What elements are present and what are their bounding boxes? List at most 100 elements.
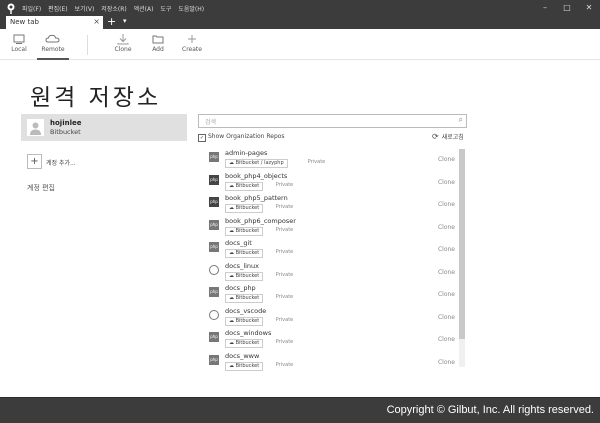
minimize-button[interactable]: – — [534, 0, 556, 15]
repo-clone-link[interactable]: Clone — [438, 359, 455, 366]
repo-clone-link[interactable]: Clone — [438, 179, 455, 186]
repo-host: Bitbucket — [235, 272, 260, 279]
php-repo-icon: php — [209, 174, 219, 185]
cloud-icon: ☁ — [229, 227, 236, 234]
cloud-icon: ☁ — [229, 160, 236, 166]
repo-row[interactable]: php docs_git ☁ Bitbucket Private Clone — [207, 239, 457, 262]
repo-host: Bitbucket — [235, 182, 260, 189]
maximize-button[interactable]: □ — [556, 0, 578, 15]
repo-row[interactable]: php docs_windows ☁ Bitbucket Private Clone — [207, 329, 457, 352]
add-account-label[interactable]: 계정 추가... — [46, 158, 76, 167]
create-button[interactable]: Create — [172, 32, 212, 53]
search-input[interactable]: 검색 ⌕ — [198, 114, 467, 128]
repo-visibility: Private — [275, 249, 294, 255]
repo-host: Bitbucket — [235, 250, 260, 256]
repo-list: php admin-pages ☁ Bitbucket / lazyphp Priva… — [207, 149, 457, 374]
repo-visibility: Private — [275, 271, 294, 278]
php-repo-icon: php — [209, 152, 219, 162]
repo-clone-link[interactable]: Clone — [438, 336, 455, 343]
repo-row[interactable]: docs_vscode ☁ Bitbucket Private Clone — [207, 307, 457, 330]
php-repo-icon: php — [209, 287, 219, 297]
menu-edit[interactable]: 편집(E) — [48, 6, 68, 13]
copyright-text: Copyright © Gilbut, Inc. All rights rese… — [386, 404, 594, 416]
repo-host: Bitbucket — [235, 205, 260, 211]
repo-host-badge: ☁ Bitbucket / lazyphp — [225, 159, 288, 168]
repo-row[interactable]: php book_php4_objects ☁ Bitbucket Private Cl… — [207, 172, 457, 195]
show-org-repos-checkbox[interactable]: ✓ Show Organization Repos — [198, 133, 285, 142]
menu-bar: 파일(F) 편집(E) 보기(V) 저장소(R) 액션(A) 도구 도움말(H) — [22, 4, 209, 13]
repo-host: Bitbucket — [235, 227, 260, 234]
repo-row[interactable]: php book_php6_composer ☁ Bitbucket Private C… — [207, 217, 457, 240]
new-tab-button[interactable]: + — [107, 15, 116, 28]
repo-host-badge: ☁ Bitbucket — [225, 226, 264, 236]
repo-name: book_php5_pattern — [225, 194, 288, 202]
toolbar-divider — [87, 35, 88, 55]
repo-name: admin-pages — [225, 149, 268, 157]
repo-name: docs_windows — [225, 329, 272, 337]
repo-clone-link[interactable]: Clone — [438, 314, 455, 321]
repo-visibility: Private — [275, 226, 294, 233]
menu-actions[interactable]: 액션(A) — [134, 6, 154, 13]
tab-dropdown-icon[interactable]: ▾ — [123, 17, 127, 25]
repo-row[interactable]: php book_php5_pattern ☁ Bitbucket Private Cl… — [207, 194, 457, 217]
refresh-button[interactable]: ⟳ 새로고침 — [432, 132, 464, 141]
scrollbar-thumb[interactable] — [459, 149, 465, 339]
repo-clone-link[interactable]: Clone — [438, 224, 455, 231]
add-label: Add — [152, 46, 164, 53]
repo-clone-link[interactable]: Clone — [438, 291, 455, 298]
repo-clone-link[interactable]: Clone — [438, 269, 455, 276]
repo-row[interactable]: php admin-pages ☁ Bitbucket / lazyphp Priva… — [207, 149, 457, 172]
scrollbar[interactable] — [459, 149, 465, 367]
cloud-icon — [45, 34, 60, 43]
repo-host-badge: ☁ Bitbucket — [225, 271, 264, 281]
tab-close-icon[interactable]: × — [93, 17, 100, 26]
cloud-icon: ☁ — [229, 250, 236, 256]
cloud-icon: ☁ — [229, 362, 236, 369]
refresh-label: 새로고침 — [441, 134, 464, 141]
repo-row[interactable]: php docs_www ☁ Bitbucket Private Clone — [207, 352, 457, 375]
page-title: 원격 저장소 — [30, 85, 162, 111]
repo-clone-link[interactable]: Clone — [438, 156, 455, 163]
repo-row[interactable]: docs_linux ☁ Bitbucket Private Clone — [207, 262, 457, 285]
account-item[interactable]: hojinlee Bitbucket — [21, 114, 187, 141]
repo-visibility: Private — [307, 159, 326, 165]
repo-host: Bitbucket — [235, 295, 260, 301]
close-window-button[interactable]: ✕ — [578, 0, 600, 15]
repo-host: Bitbucket — [235, 362, 260, 369]
cloud-icon: ☁ — [229, 182, 236, 189]
menu-view[interactable]: 보기(V) — [75, 6, 95, 13]
remote-button[interactable]: Remote — [33, 32, 73, 60]
repo-clone-link[interactable]: Clone — [438, 246, 455, 253]
edit-accounts-link[interactable]: 계정 편집 — [27, 183, 55, 193]
tab-new-tab[interactable]: New tab × — [6, 16, 103, 29]
menu-repository[interactable]: 저장소(R) — [101, 6, 126, 13]
repo-name: docs_linux — [225, 261, 260, 270]
add-account-button[interactable]: + — [27, 154, 42, 169]
php-repo-icon: php — [209, 219, 219, 230]
avatar-icon — [27, 119, 44, 136]
menu-tools[interactable]: 도구 — [160, 6, 171, 13]
cloud-icon: ☁ — [229, 340, 236, 346]
repo-circle-icon — [209, 264, 219, 275]
repo-visibility: Private — [275, 181, 294, 188]
account-host: Bitbucket — [50, 128, 81, 136]
repo-row[interactable]: php docs_php ☁ Bitbucket Private Clone — [207, 284, 457, 307]
repo-host: Bitbucket — [235, 340, 260, 346]
repo-visibility: Private — [275, 316, 294, 323]
clone-button[interactable]: Clone — [103, 32, 143, 53]
search-placeholder: 검색 — [205, 119, 217, 126]
remote-label: Remote — [41, 46, 65, 53]
create-label: Create — [182, 46, 202, 53]
menu-file[interactable]: 파일(F) — [22, 6, 41, 13]
repo-host-badge: ☁ Bitbucket — [225, 316, 264, 326]
repo-clone-link[interactable]: Clone — [438, 201, 455, 208]
repo-visibility: Private — [275, 339, 294, 345]
repo-name: docs_git — [225, 239, 252, 247]
php-repo-icon: php — [209, 332, 219, 342]
menu-help[interactable]: 도움말(H) — [178, 6, 204, 13]
cloud-icon: ☁ — [229, 295, 236, 301]
repo-host: Bitbucket — [235, 317, 260, 324]
tab-label: New tab — [10, 18, 39, 26]
plus-icon — [188, 35, 196, 43]
repo-host-badge: ☁ Bitbucket — [225, 249, 264, 258]
